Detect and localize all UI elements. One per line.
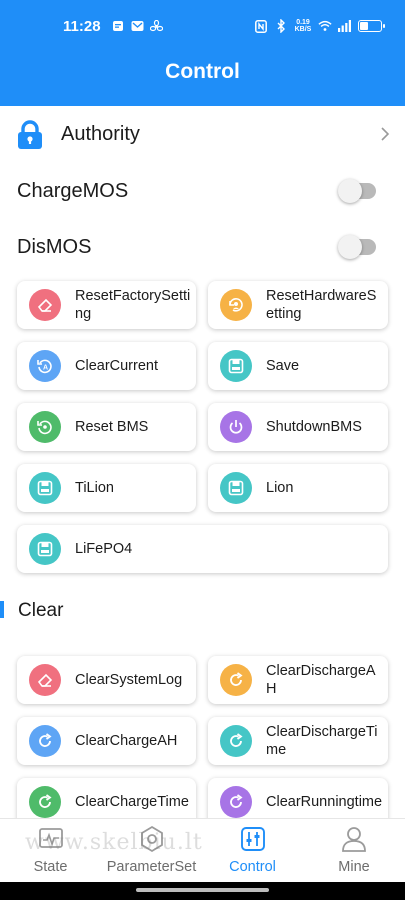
nav-label: Mine — [338, 859, 370, 875]
lifepo4-button[interactable]: LiFePO4 — [17, 525, 388, 573]
control-button-label: ResetHardwareSetting — [266, 288, 377, 322]
chargemos-label: ChargeMOS — [17, 180, 129, 202]
clear-current-icon: A — [37, 359, 52, 374]
dismos-switch[interactable] — [338, 235, 376, 259]
page-title: Control — [165, 60, 240, 83]
control-icon-circle — [220, 350, 252, 382]
save-icon — [37, 541, 53, 557]
control-icon-circle — [29, 664, 61, 696]
control-icon-circle — [29, 725, 61, 757]
control-icon-circle — [220, 289, 252, 321]
control-icon-circle — [220, 786, 252, 818]
system-navigation-bar — [0, 882, 405, 900]
status-time: 11:28 — [63, 18, 101, 35]
home-indicator[interactable] — [136, 888, 269, 892]
control-icon — [240, 827, 265, 851]
reset-hardware-icon — [229, 298, 243, 312]
control-icon-circle — [220, 411, 252, 443]
watermark: www.skelbiu.lt — [25, 830, 203, 855]
control-icon-circle — [29, 786, 61, 818]
clear-discharge-time-button[interactable]: ClearDischargeTime — [208, 717, 388, 765]
control-button-label: ClearCurrent — [75, 358, 158, 374]
clear-button-label: ClearSystemLog — [75, 672, 183, 688]
control-button-label: ResetFactorySetting — [75, 288, 191, 322]
control-icon-circle — [29, 411, 61, 443]
section-accent-bar — [0, 601, 4, 618]
nav-label: State — [33, 859, 68, 875]
switch-knob — [338, 179, 362, 203]
reset-hardware-setting-button[interactable]: ResetHardwareSetting — [208, 281, 388, 329]
control-button-label: ShutdownBMS — [266, 419, 362, 435]
refresh-icon — [230, 733, 243, 747]
clear-button-label: ClearDischargeTime — [266, 724, 378, 758]
refresh-icon — [230, 672, 243, 686]
nav-item-mine[interactable]: Mine — [303, 819, 405, 883]
control-icon-circle — [29, 472, 61, 504]
wifi-icon — [318, 19, 332, 33]
bluetooth-icon — [274, 19, 288, 33]
status-bar: 11:28 0.19 KB/S — [0, 14, 405, 40]
refresh-icon — [39, 794, 52, 808]
nav-label: ParameterSet — [106, 859, 197, 875]
clear-section-title: Clear — [18, 600, 64, 621]
control-icon-circle — [29, 289, 61, 321]
eraser-icon — [37, 673, 53, 687]
save-icon — [228, 480, 244, 496]
clear-current-button[interactable]: A ClearCurrent — [17, 342, 196, 390]
control-button-label: TiLion — [75, 480, 114, 496]
control-icon-circle — [220, 664, 252, 696]
control-button-label: Save — [266, 358, 300, 374]
clear-button-label: ClearDischargeAH — [266, 663, 376, 697]
clear-charge-ah-button[interactable]: ClearChargeAH — [17, 717, 196, 765]
shutdown-bms-button[interactable]: ShutdownBMS — [208, 403, 388, 451]
authority-label: Authority — [61, 123, 140, 145]
chargemos-switch[interactable] — [338, 179, 376, 203]
message-icon — [111, 19, 125, 33]
save-icon — [37, 480, 53, 496]
switch-knob — [338, 235, 362, 259]
nav-label: Control — [229, 859, 276, 875]
save-icon — [228, 358, 244, 374]
control-icon-circle — [220, 725, 252, 757]
battery-icon — [358, 20, 385, 32]
control-icon-circle: A — [29, 350, 61, 382]
lion-button[interactable]: Lion — [208, 464, 388, 512]
signal-icon — [338, 19, 352, 33]
control-button-label: Lion — [266, 480, 294, 496]
reset-icon — [37, 420, 52, 435]
chevron-right-icon — [381, 127, 390, 141]
app-header: 11:28 0.19 KB/S Control — [0, 0, 405, 106]
control-icon-circle — [29, 533, 61, 565]
mail-icon — [130, 19, 144, 33]
save-button[interactable]: Save — [208, 342, 388, 390]
control-icon-circle — [220, 472, 252, 504]
svg-text:A: A — [43, 365, 48, 372]
fan-icon — [149, 19, 163, 33]
user-icon — [342, 827, 366, 852]
refresh-icon — [39, 733, 52, 747]
lock-icon — [18, 120, 42, 149]
net-speed: 0.19 KB/S — [294, 19, 312, 33]
refresh-icon — [230, 794, 243, 808]
nfc-icon — [254, 19, 268, 33]
dismos-label: DisMOS — [17, 236, 92, 258]
clear-system-log-button[interactable]: ClearSystemLog — [17, 656, 196, 704]
power-icon — [229, 420, 243, 434]
control-button-label: Reset BMS — [75, 419, 149, 435]
reset-bms-button[interactable]: Reset BMS — [17, 403, 196, 451]
eraser-icon — [37, 298, 53, 312]
tilion-button[interactable]: TiLion — [17, 464, 196, 512]
clear-button-label: ClearChargeAH — [75, 733, 178, 749]
nav-item-control[interactable]: Control — [202, 819, 303, 883]
clear-discharge-ah-button[interactable]: ClearDischargeAH — [208, 656, 388, 704]
reset-factory-setting-button[interactable]: ResetFactorySetting — [17, 281, 196, 329]
control-button-label: LiFePO4 — [75, 541, 133, 557]
